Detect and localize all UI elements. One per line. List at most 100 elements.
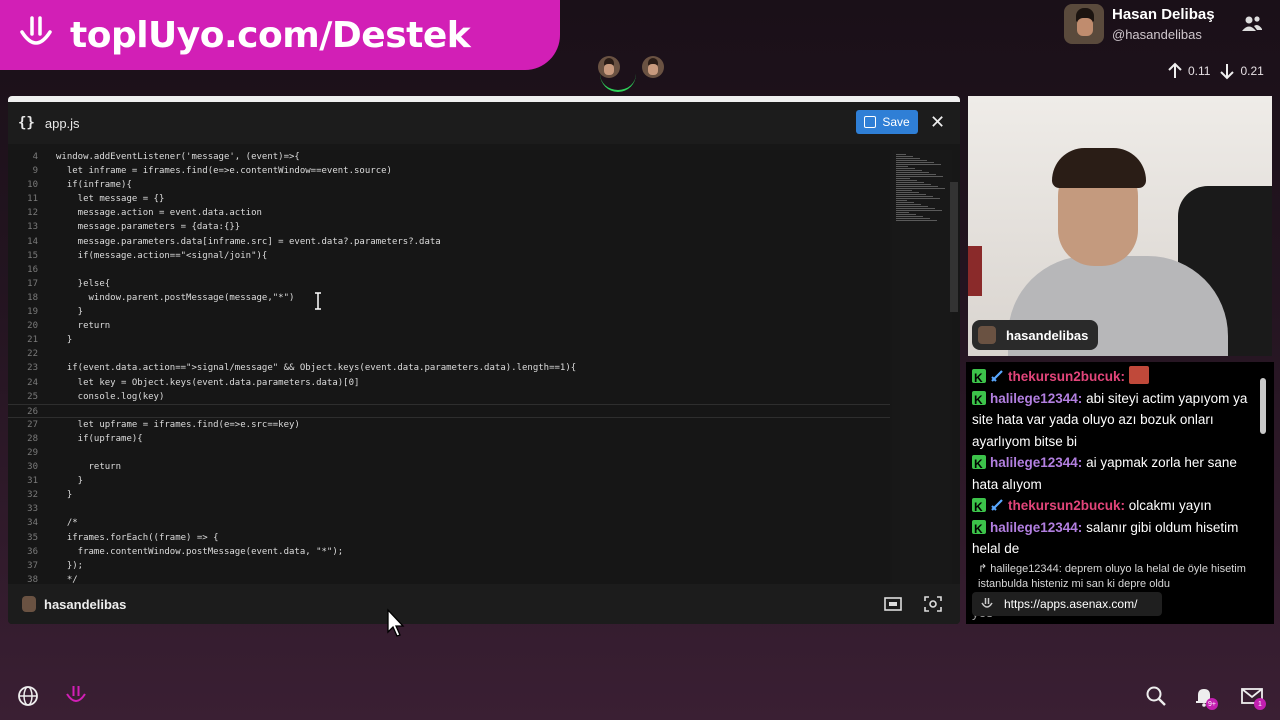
code-text: } (56, 490, 73, 501)
chat-username[interactable]: thekursun2bucuk: (1008, 369, 1125, 384)
chat-username[interactable]: thekursun2bucuk: (1008, 498, 1125, 513)
chat-scrollbar[interactable] (1260, 378, 1266, 434)
code-line[interactable]: 26 (8, 403, 890, 418)
code-line[interactable]: 16 (8, 263, 890, 277)
minimap-line (896, 156, 913, 157)
participant-avatar[interactable] (642, 56, 664, 78)
chat-username[interactable]: halilege12344: (990, 455, 1082, 470)
code-line[interactable]: 32 } (8, 488, 890, 502)
code-line[interactable]: 9 let inframe = iframes.find(e=>e.conten… (8, 164, 890, 178)
text-cursor-icon (315, 292, 321, 310)
line-number: 34 (27, 518, 38, 529)
line-number: 28 (27, 433, 38, 444)
code-line[interactable]: 28 if(upframe){ (8, 432, 890, 446)
editor-filename: app.js (44, 115, 80, 131)
link-preview[interactable]: https://apps.asenax.com/ (972, 592, 1162, 616)
code-line[interactable]: 23 if(event.data.action==">signal/messag… (8, 361, 890, 375)
code-line[interactable]: 36 frame.contentWindow.postMessage(event… (8, 545, 890, 559)
line-number: 10 (27, 180, 38, 191)
line-number: 29 (27, 447, 38, 458)
line-number: 27 (27, 419, 38, 430)
screenshot-icon[interactable] (924, 596, 942, 612)
code-line[interactable]: 25 console.log(key) (8, 390, 890, 404)
line-number: 36 (27, 546, 38, 557)
line-number: 14 (27, 236, 38, 247)
code-line[interactable]: 29 (8, 446, 890, 460)
picture-in-picture-icon[interactable] (884, 596, 902, 612)
code-line[interactable]: 18 window.parent.postMessage(message,"*"… (8, 291, 890, 305)
code-line[interactable]: 10 if(inframe){ (8, 178, 890, 192)
code-line[interactable]: 27 let upframe = iframes.find(e=>e.src==… (8, 418, 890, 432)
notification-badge: 9+ (1206, 698, 1218, 710)
code-line[interactable]: 4 window.addEventListener('message', (eve… (8, 150, 890, 164)
code-line[interactable]: 34 /* (8, 516, 890, 530)
line-number: 26 (27, 406, 38, 417)
line-number: 30 (27, 462, 38, 473)
code-line[interactable]: 38 */ (8, 573, 890, 584)
minimap-line (896, 184, 931, 185)
code-line[interactable]: 37 }); (8, 559, 890, 573)
code-line[interactable]: 15 if(message.action=="<signal/join"){ (8, 249, 890, 263)
chat-message: thekursun2bucuk: (972, 366, 1258, 390)
close-icon[interactable]: ✕ (930, 112, 945, 133)
minimap-line (896, 220, 937, 221)
minimap-line (896, 202, 914, 203)
editor-header: {} app.js Save ✕ (8, 102, 960, 144)
profile-card[interactable]: Hasan Delibaş @hasandelibas (1064, 4, 1215, 44)
search-icon[interactable] (1144, 684, 1168, 708)
minimap-line (896, 194, 926, 195)
save-button[interactable]: Save (856, 110, 918, 134)
code-line[interactable]: 24 let key = Object.keys(event.data.para… (8, 376, 890, 390)
code-line[interactable]: 17 }else{ (8, 277, 890, 291)
link-url[interactable]: https://apps.asenax.com/ (1004, 597, 1137, 611)
chat-message: halilege12344: ai yapmak zorla her sane … (972, 452, 1258, 495)
minimap-line (896, 212, 909, 213)
speaking-indicator (600, 74, 636, 92)
editor-scrollbar[interactable] (950, 182, 958, 312)
chat-username[interactable]: halilege12344: (990, 520, 1082, 535)
people-icon[interactable] (1240, 14, 1264, 34)
minimap-line (896, 168, 915, 169)
line-number: 31 (27, 476, 38, 487)
mouse-pointer-icon (387, 608, 405, 637)
line-number: 12 (27, 208, 38, 219)
chat-messages: thekursun2bucuk: halilege12344: abi site… (972, 366, 1258, 623)
code-line[interactable]: 19 } (8, 305, 890, 319)
code-text: console.log(key) (56, 391, 165, 402)
save-label: Save (882, 115, 910, 129)
code-line[interactable]: 21 } (8, 333, 890, 347)
webcam-video[interactable] (968, 96, 1272, 356)
code-line[interactable]: 11 let message = {} (8, 192, 890, 206)
line-number: 20 (27, 321, 38, 332)
code-area[interactable]: 4 window.addEventListener('message', (eve… (8, 150, 890, 584)
network-stats: 0.11 0.21 (1166, 62, 1272, 80)
code-line[interactable]: 35 iframes.forEach((frame) => { (8, 531, 890, 545)
smile-logo-icon[interactable] (64, 684, 88, 708)
code-line[interactable]: 31 } (8, 474, 890, 488)
moderator-sword-icon (991, 499, 1003, 511)
code-line[interactable]: 30 return (8, 460, 890, 474)
arrow-down-icon (1220, 64, 1235, 80)
line-number: 13 (27, 222, 38, 233)
code-line[interactable]: 22 (8, 347, 890, 361)
line-number: 32 (27, 490, 38, 501)
minimap-line (896, 210, 942, 211)
code-text: message.action = event.data.action (56, 208, 262, 219)
code-line[interactable]: 20 return (8, 319, 890, 333)
code-text: } (56, 476, 84, 487)
code-minimap[interactable] (892, 150, 952, 584)
support-banner[interactable]: toplUyo.com/Destek (0, 0, 560, 70)
code-line[interactable]: 14 message.parameters.data[inframe.src] … (8, 235, 890, 249)
minimap-line (896, 158, 920, 159)
kick-badge-icon (972, 454, 986, 476)
profile-handle: @hasandelibas (1112, 27, 1202, 42)
globe-icon[interactable] (16, 684, 40, 708)
minimap-line (896, 174, 936, 175)
code-line[interactable]: 33 (8, 502, 890, 516)
code-text: window.addEventListener('message', (even… (56, 152, 300, 162)
code-line[interactable]: 12 message.action = event.data.action (8, 206, 890, 220)
code-line[interactable]: 13 message.parameters = {data:{}} (8, 220, 890, 234)
video-user-tag: hasandelibas (972, 320, 1099, 350)
minimap-line (896, 160, 927, 161)
chat-username[interactable]: halilege12344: (990, 391, 1082, 406)
